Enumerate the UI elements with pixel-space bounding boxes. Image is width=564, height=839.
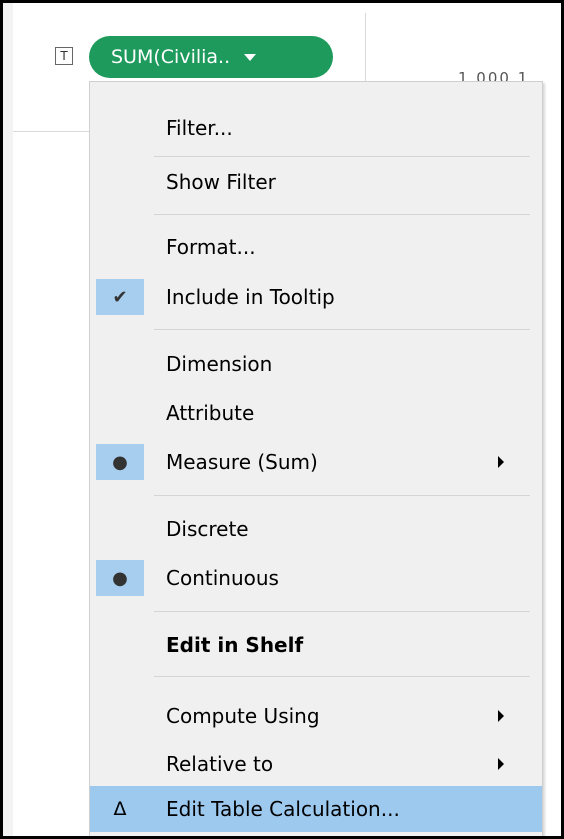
menu-item-edit-table-calculation[interactable]: Δ Edit Table Calculation... <box>90 786 542 832</box>
menu-item-include-in-tooltip[interactable]: ✔ Include in Tooltip <box>90 279 542 315</box>
menu-item-label: Edit in Shelf <box>166 633 304 657</box>
menu-item-label: Compute Using <box>166 704 320 728</box>
menu-item-label: Continuous <box>166 566 279 590</box>
delta-icon: Δ <box>113 798 127 820</box>
menu-item-label: Format... <box>166 235 256 259</box>
sum-civilian-pill[interactable]: SUM(Civilia.. <box>89 36 333 78</box>
menu-item-edit-in-shelf[interactable]: Edit in Shelf <box>90 627 542 663</box>
menu-item-label: Show Filter <box>166 170 276 194</box>
radio-dot-icon: ● <box>96 560 144 596</box>
menu-item-filter[interactable]: Filter... <box>90 110 542 146</box>
menu-item-label: Attribute <box>166 401 255 425</box>
menu-item-label: Measure (Sum) <box>166 450 318 474</box>
menu-item-attribute[interactable]: Attribute <box>90 395 542 431</box>
pill-label: SUM(Civilia.. <box>111 46 231 68</box>
text-mark-icon[interactable]: T <box>55 47 73 65</box>
menu-item-label: Relative to <box>166 752 274 776</box>
menu-item-label: Dimension <box>166 352 273 376</box>
menu-separator <box>154 676 530 677</box>
menu-item-label: Filter... <box>166 116 233 140</box>
chevron-down-icon[interactable] <box>244 53 257 61</box>
menu-item-label: Include in Tooltip <box>166 285 335 309</box>
submenu-arrow-icon <box>498 758 504 770</box>
menu-separator <box>154 156 530 157</box>
menu-item-label: Discrete <box>166 517 249 541</box>
menu-item-relative-to[interactable]: Relative to <box>90 746 542 782</box>
menu-item-label: Edit Table Calculation... <box>166 797 400 821</box>
menu-item-discrete[interactable]: Discrete <box>90 511 542 547</box>
menu-item-dimension[interactable]: Dimension <box>90 346 542 382</box>
menu-separator <box>154 611 530 612</box>
menu-separator <box>154 329 530 330</box>
menu-item-continuous[interactable]: ● Continuous <box>90 560 542 596</box>
screenshot-frame: T SUM(Civilia.. 1,000,1 Filter... Show F… <box>0 0 564 839</box>
context-menu: Filter... Show Filter Format... ✔ Includ… <box>89 81 543 836</box>
menu-separator <box>154 214 530 215</box>
menu-item-compute-using[interactable]: Compute Using <box>90 698 542 734</box>
menu-item-show-filter[interactable]: Show Filter <box>90 164 542 200</box>
menu-item-measure-sum[interactable]: ● Measure (Sum) <box>90 444 542 480</box>
left-panel-strip <box>3 3 13 836</box>
menu-item-format[interactable]: Format... <box>90 229 542 265</box>
submenu-arrow-icon <box>498 710 504 722</box>
radio-dot-icon: ● <box>96 444 144 480</box>
menu-separator <box>154 495 530 496</box>
check-icon: ✔ <box>96 279 144 315</box>
submenu-arrow-icon <box>498 456 504 468</box>
